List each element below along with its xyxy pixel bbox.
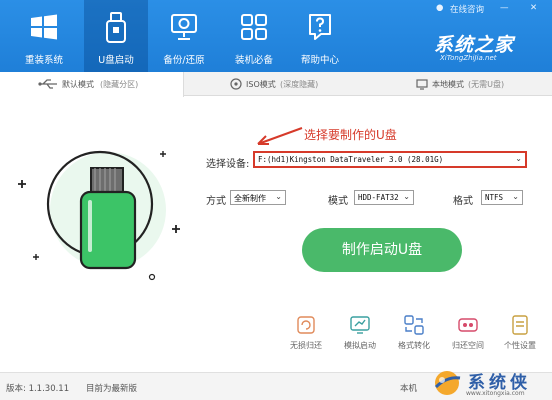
tool-simulate-boot[interactable]: 模拟启动 [336,314,384,354]
method-select[interactable]: 全新制作 ⌄ [230,190,286,205]
brand-url: XiTongZhiJia.net [440,54,497,62]
nav-backup-restore-label: 备份/还原 [163,55,205,66]
watermark-globe-icon [434,371,461,395]
user-icon: ● [436,3,444,13]
format-label: 格式 [453,196,473,207]
sparkle-icon [18,180,26,188]
method-select-value: 全新制作 [234,194,266,203]
mode-label: 模式 [328,196,348,207]
apps-grid-icon [241,14,267,40]
tool-restore-label: 无损归还 [290,341,322,350]
version-text: 版本: 1.1.30.11 [6,384,70,394]
nav-usb-boot-label: U盘启动 [98,55,134,66]
device-select-value: F:(hd1)Kingston DataTraveler 3.0 (28.01G… [258,155,444,164]
tool-custom-settings-label: 个性设置 [504,341,536,350]
tab-iso-mode-note: (深度隐藏) [280,80,319,89]
nav-essentials-label: 装机必备 [234,55,273,66]
local-disk-icon [416,79,428,90]
tool-restore[interactable]: 无损归还 [282,314,330,354]
nav-reinstall-system[interactable]: 重装系统 [12,0,76,72]
nav-help-center[interactable]: 帮助中心 [288,0,352,72]
tab-iso-mode[interactable]: ISO模式 (深度隐藏) [184,72,368,96]
tool-reclaim-space[interactable]: 归还空间 [444,314,492,354]
brand-title: 系统之家 [434,34,515,56]
annotation-text: 选择要制作的U盘 [304,128,397,142]
nav-help-center-label: 帮助中心 [300,55,339,66]
status-right-text: 本机 [400,384,418,394]
update-status-text: 目前为最新版 [86,384,138,394]
custom-settings-icon [512,315,528,335]
format-select[interactable]: NTFS ⌄ [481,190,523,205]
online-consult-link[interactable]: 在线咨询 [450,3,484,15]
nav-essentials[interactable]: 装机必备 [222,0,286,72]
help-icon [309,14,331,40]
monitor-backup-icon [171,14,197,40]
red-arrow-icon [257,127,303,145]
usb-symbol-icon [38,79,57,89]
tab-local-mode-label: 本地模式 [432,80,464,89]
chevron-down-icon: ⌄ [512,192,519,201]
format-select-value: NTFS [485,193,504,202]
tab-default-mode-note: (隐藏分区) [100,80,139,89]
make-boot-usb-button[interactable]: 制作启动U盘 [302,228,462,272]
device-select[interactable]: F:(hd1)Kingston DataTraveler 3.0 (28.01G… [253,151,527,168]
tab-local-mode[interactable]: 本地模式 (无需U盘) [368,72,552,96]
minimize-button[interactable]: — [500,3,509,13]
windows-icon [31,14,57,40]
mode-tabs: 默认模式 (隐藏分区) ISO模式 (深度隐藏) 本地模式 (无需U盘) [0,72,552,97]
usb-illustration [18,150,180,281]
watermark-url: www.xitongxia.com [466,390,525,397]
device-annotation: 选择要制作的U盘 [252,122,452,148]
tab-default-mode[interactable]: 默认模式 (隐藏分区) [0,72,184,97]
restore-icon [297,316,315,334]
chevron-down-icon: ⌄ [275,192,282,201]
nav-backup-restore[interactable]: 备份/还原 [152,0,216,72]
tool-reclaim-space-label: 归还空间 [452,341,484,350]
tab-iso-mode-label: ISO模式 [246,80,276,89]
usb-drive-icon [106,12,126,43]
mode-select-value: HDD-FAT32 [358,193,399,202]
tab-default-mode-label: 默认模式 [62,80,94,89]
format-convert-icon [404,315,424,335]
device-label: 选择设备: [206,159,250,170]
tool-simulate-boot-label: 模拟启动 [344,341,376,350]
close-button[interactable]: ✕ [530,3,537,13]
tool-format-convert-label: 格式转化 [398,341,430,350]
method-label: 方式 [206,196,226,207]
nav-usb-boot[interactable]: U盘启动 [84,0,148,72]
reclaim-space-icon [458,318,478,332]
nav-reinstall-system-label: 重装系统 [24,55,63,66]
watermark: 系统侠 www.xitongxia.com [428,366,552,400]
tool-format-convert[interactable]: 格式转化 [390,314,438,354]
tab-local-mode-note: (无需U盘) [468,80,505,89]
top-header: 重装系统 U盘启动 备份/还原 装机必备 帮助中心 ● 在线咨询 — ✕ 系统之… [0,0,552,72]
tool-custom-settings[interactable]: 个性设置 [496,314,544,354]
brand-logo: 系统之家 XiTongZhiJia.net [434,30,540,64]
chevron-down-icon: ⌄ [515,154,522,163]
disc-icon [230,78,242,90]
simulate-boot-icon [350,316,370,334]
chevron-down-icon: ⌄ [403,192,410,201]
mode-select[interactable]: HDD-FAT32 ⌄ [354,190,414,205]
